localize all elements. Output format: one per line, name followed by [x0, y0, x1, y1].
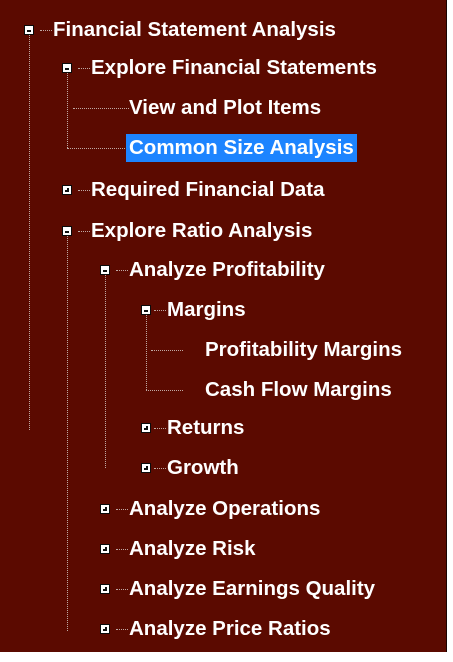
tree-connector [151, 350, 183, 351]
expand-toggle-icon[interactable] [100, 624, 110, 634]
tree-connector [146, 310, 147, 390]
tree-connector [105, 270, 106, 468]
tree-item-margins[interactable]: Margins [164, 293, 249, 327]
tree-item-label: Analyze Earnings Quality [129, 577, 376, 600]
tree-item-label: View and Plot Items [129, 96, 322, 119]
tree-item-label: Financial Statement Analysis [53, 18, 336, 41]
tree-item-label: Cash Flow Margins [205, 378, 392, 401]
tree-connector [146, 390, 183, 391]
tree-item-label: Analyze Operations [129, 497, 321, 520]
tree-item-financial-statement-analysis[interactable]: Financial Statement Analysis [50, 13, 339, 47]
collapse-toggle-icon[interactable] [141, 305, 151, 315]
collapse-toggle-icon[interactable] [24, 25, 34, 35]
tree-item-label: Profitability Margins [205, 338, 403, 361]
collapse-toggle-icon[interactable] [62, 226, 72, 236]
tree-connector [29, 30, 30, 430]
tree-item-analyze-profitability[interactable]: Analyze Profitability [126, 253, 328, 287]
collapse-toggle-icon[interactable] [62, 63, 72, 73]
expand-toggle-icon[interactable] [62, 185, 72, 195]
tree-item-required-financial-data[interactable]: Required Financial Data [88, 173, 328, 207]
tree-view[interactable]: Financial Statement Analysis Explore Fin… [0, 0, 447, 652]
tree-item-profitability-margins[interactable]: Profitability Margins [202, 333, 405, 367]
tree-item-common-size-analysis[interactable]: Common Size Analysis [126, 131, 357, 165]
tree-item-label: Margins [167, 298, 246, 321]
tree-item-analyze-earnings-quality[interactable]: Analyze Earnings Quality [126, 572, 378, 606]
tree-connector [67, 231, 68, 631]
tree-item-analyze-risk[interactable]: Analyze Risk [126, 532, 258, 566]
tree-connector [73, 108, 129, 109]
tree-item-label: Analyze Profitability [129, 258, 325, 281]
tree-item-explore-ratio-analysis[interactable]: Explore Ratio Analysis [88, 214, 315, 248]
tree-item-returns[interactable]: Returns [164, 411, 247, 445]
tree-item-label: Required Financial Data [91, 178, 325, 201]
tree-item-label: Common Size Analysis [126, 134, 357, 162]
tree-item-analyze-operations[interactable]: Analyze Operations [126, 492, 323, 526]
tree-item-analyze-price-ratios[interactable]: Analyze Price Ratios [126, 612, 334, 646]
tree-item-growth[interactable]: Growth [164, 451, 242, 485]
expand-toggle-icon[interactable] [100, 584, 110, 594]
tree-item-explore-financial-statements[interactable]: Explore Financial Statements [88, 51, 380, 85]
expand-toggle-icon[interactable] [141, 463, 151, 473]
tree-item-label: Analyze Risk [129, 537, 256, 560]
tree-item-label: Growth [167, 456, 239, 479]
expand-toggle-icon[interactable] [100, 544, 110, 554]
tree-item-label: Explore Financial Statements [91, 56, 377, 79]
tree-item-view-and-plot-items[interactable]: View and Plot Items [126, 91, 324, 125]
expand-toggle-icon[interactable] [141, 423, 151, 433]
tree-item-cash-flow-margins[interactable]: Cash Flow Margins [202, 373, 395, 407]
tree-item-label: Explore Ratio Analysis [91, 219, 313, 242]
tree-connector [67, 148, 129, 149]
tree-connector [67, 68, 68, 148]
tree-item-label: Returns [167, 416, 245, 439]
collapse-toggle-icon[interactable] [100, 265, 110, 275]
tree-item-label: Analyze Price Ratios [129, 617, 331, 640]
expand-toggle-icon[interactable] [100, 504, 110, 514]
